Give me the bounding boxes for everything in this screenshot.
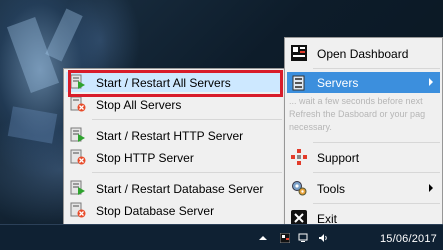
stop-server-icon bbox=[70, 96, 86, 112]
item-label: Start / Restart HTTP Server bbox=[96, 129, 244, 143]
start-restart-http-server-item[interactable]: Start / Restart HTTP Server bbox=[66, 125, 282, 145]
open-dashboard-item[interactable]: Open Dashboard bbox=[287, 42, 440, 64]
item-label: Support bbox=[317, 151, 360, 165]
start-server-icon bbox=[70, 74, 86, 90]
submenu-arrow-icon bbox=[429, 184, 433, 192]
network-icon[interactable] bbox=[298, 232, 308, 242]
item-label: Stop Database Server bbox=[96, 204, 215, 218]
start-server-icon bbox=[70, 127, 86, 143]
app-tray-icon[interactable] bbox=[279, 232, 291, 244]
support-item[interactable]: Support bbox=[287, 146, 440, 168]
item-label: Start / Restart All Servers bbox=[96, 76, 231, 90]
tools-icon bbox=[291, 180, 307, 196]
menu-separator bbox=[313, 203, 440, 204]
start-restart-all-servers-item[interactable]: Start / Restart All Servers bbox=[66, 72, 282, 92]
item-label: Open Dashboard bbox=[317, 47, 409, 61]
servers-submenu: Start / Restart All Servers Stop All Ser… bbox=[63, 68, 285, 227]
menu-separator bbox=[313, 172, 440, 173]
item-label: Start / Restart Database Server bbox=[96, 182, 264, 196]
stop-http-server-item[interactable]: Stop HTTP Server bbox=[66, 147, 282, 167]
stop-all-servers-item[interactable]: Stop All Servers bbox=[66, 94, 282, 114]
stop-server-icon bbox=[70, 149, 86, 165]
wallpaper-shard bbox=[7, 106, 58, 144]
info-note: ... wait a few seconds before next Refre… bbox=[289, 96, 426, 132]
menu-separator bbox=[92, 119, 282, 120]
menu-separator bbox=[313, 142, 440, 143]
start-restart-database-server-item[interactable]: Start / Restart Database Server bbox=[66, 178, 282, 198]
item-label: Servers bbox=[317, 76, 359, 90]
item-label: Tools bbox=[317, 182, 346, 196]
taskbar-date[interactable]: 15/06/2017 bbox=[380, 233, 437, 245]
chevron-up-icon[interactable] bbox=[258, 232, 268, 242]
menu-separator bbox=[92, 172, 282, 173]
item-label: Stop All Servers bbox=[96, 98, 182, 112]
taskbar: 15/06/2017 bbox=[0, 224, 443, 250]
item-label: Stop HTTP Server bbox=[96, 151, 194, 165]
dashboard-icon bbox=[291, 45, 307, 61]
stop-database-server-item[interactable]: Stop Database Server bbox=[66, 200, 282, 220]
menu-separator bbox=[313, 68, 440, 69]
submenu-arrow-icon bbox=[429, 78, 433, 86]
volume-icon[interactable] bbox=[318, 232, 328, 242]
servers-item[interactable]: Servers bbox=[287, 72, 440, 93]
start-server-icon bbox=[70, 180, 86, 196]
wallpaper-shard bbox=[45, 8, 83, 62]
stop-server-icon bbox=[70, 202, 86, 218]
servers-icon bbox=[291, 75, 307, 91]
support-icon bbox=[291, 149, 307, 165]
tray-menu: Open Dashboard Servers ... wait a few se… bbox=[284, 37, 443, 235]
tools-item[interactable]: Tools bbox=[287, 177, 440, 199]
